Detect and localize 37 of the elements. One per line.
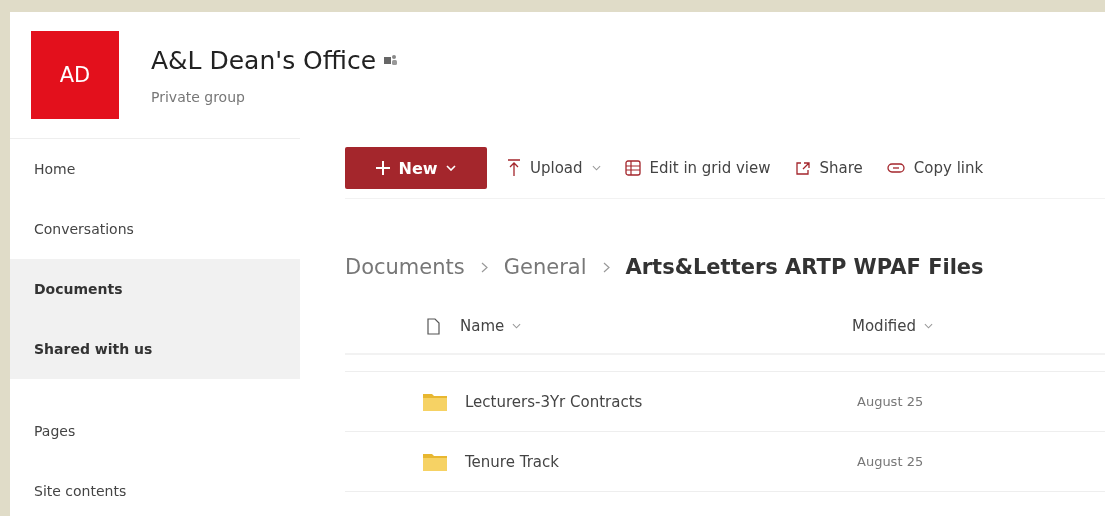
nav-item[interactable]: Site contents (10, 461, 300, 516)
chevron-icon (602, 261, 610, 273)
plus-icon (376, 161, 391, 175)
grid-button[interactable]: Edit in grid view (624, 159, 771, 177)
nav-item[interactable]: Documents (10, 259, 300, 319)
grid-icon (624, 160, 641, 176)
nav-item[interactable]: Pages (10, 401, 300, 461)
modified-date: August 25 (857, 454, 925, 469)
chevron-down-icon (591, 165, 601, 171)
chevron-down-icon (445, 165, 456, 171)
file-name[interactable]: Lecturers-3Yr Contracts (465, 392, 857, 411)
breadcrumb-link[interactable]: Documents (345, 255, 465, 279)
nav-item[interactable]: Shared with us (10, 319, 300, 379)
folder-icon (423, 452, 447, 471)
file-name[interactable]: Tenure Track (465, 452, 857, 471)
chevron-icon (480, 261, 488, 273)
site-logo: AD (31, 31, 119, 119)
link-icon (886, 162, 905, 174)
group-type-label: Private group (151, 88, 246, 105)
nav-item[interactable]: Home (10, 139, 300, 199)
upload-button[interactable]: Upload (507, 159, 601, 177)
chevron-down-icon (924, 323, 933, 329)
column-header[interactable]: Modified (852, 317, 1002, 335)
link-button[interactable]: Copy link (886, 159, 984, 177)
file-icon (427, 317, 440, 335)
new-button[interactable]: New (345, 147, 487, 189)
share-button[interactable]: Share (794, 159, 863, 177)
chevron-down-icon (512, 323, 522, 329)
modified-date: August 25 (857, 394, 925, 409)
share-icon (794, 160, 811, 176)
teams-icon (384, 54, 399, 66)
upload-icon (507, 159, 521, 177)
breadcrumb-link[interactable]: General (503, 255, 587, 279)
folder-icon (423, 392, 447, 411)
column-header[interactable]: Name (460, 317, 852, 335)
site-title: A&L Dean's Office (151, 45, 377, 75)
nav-item[interactable]: Conversations (10, 199, 300, 259)
